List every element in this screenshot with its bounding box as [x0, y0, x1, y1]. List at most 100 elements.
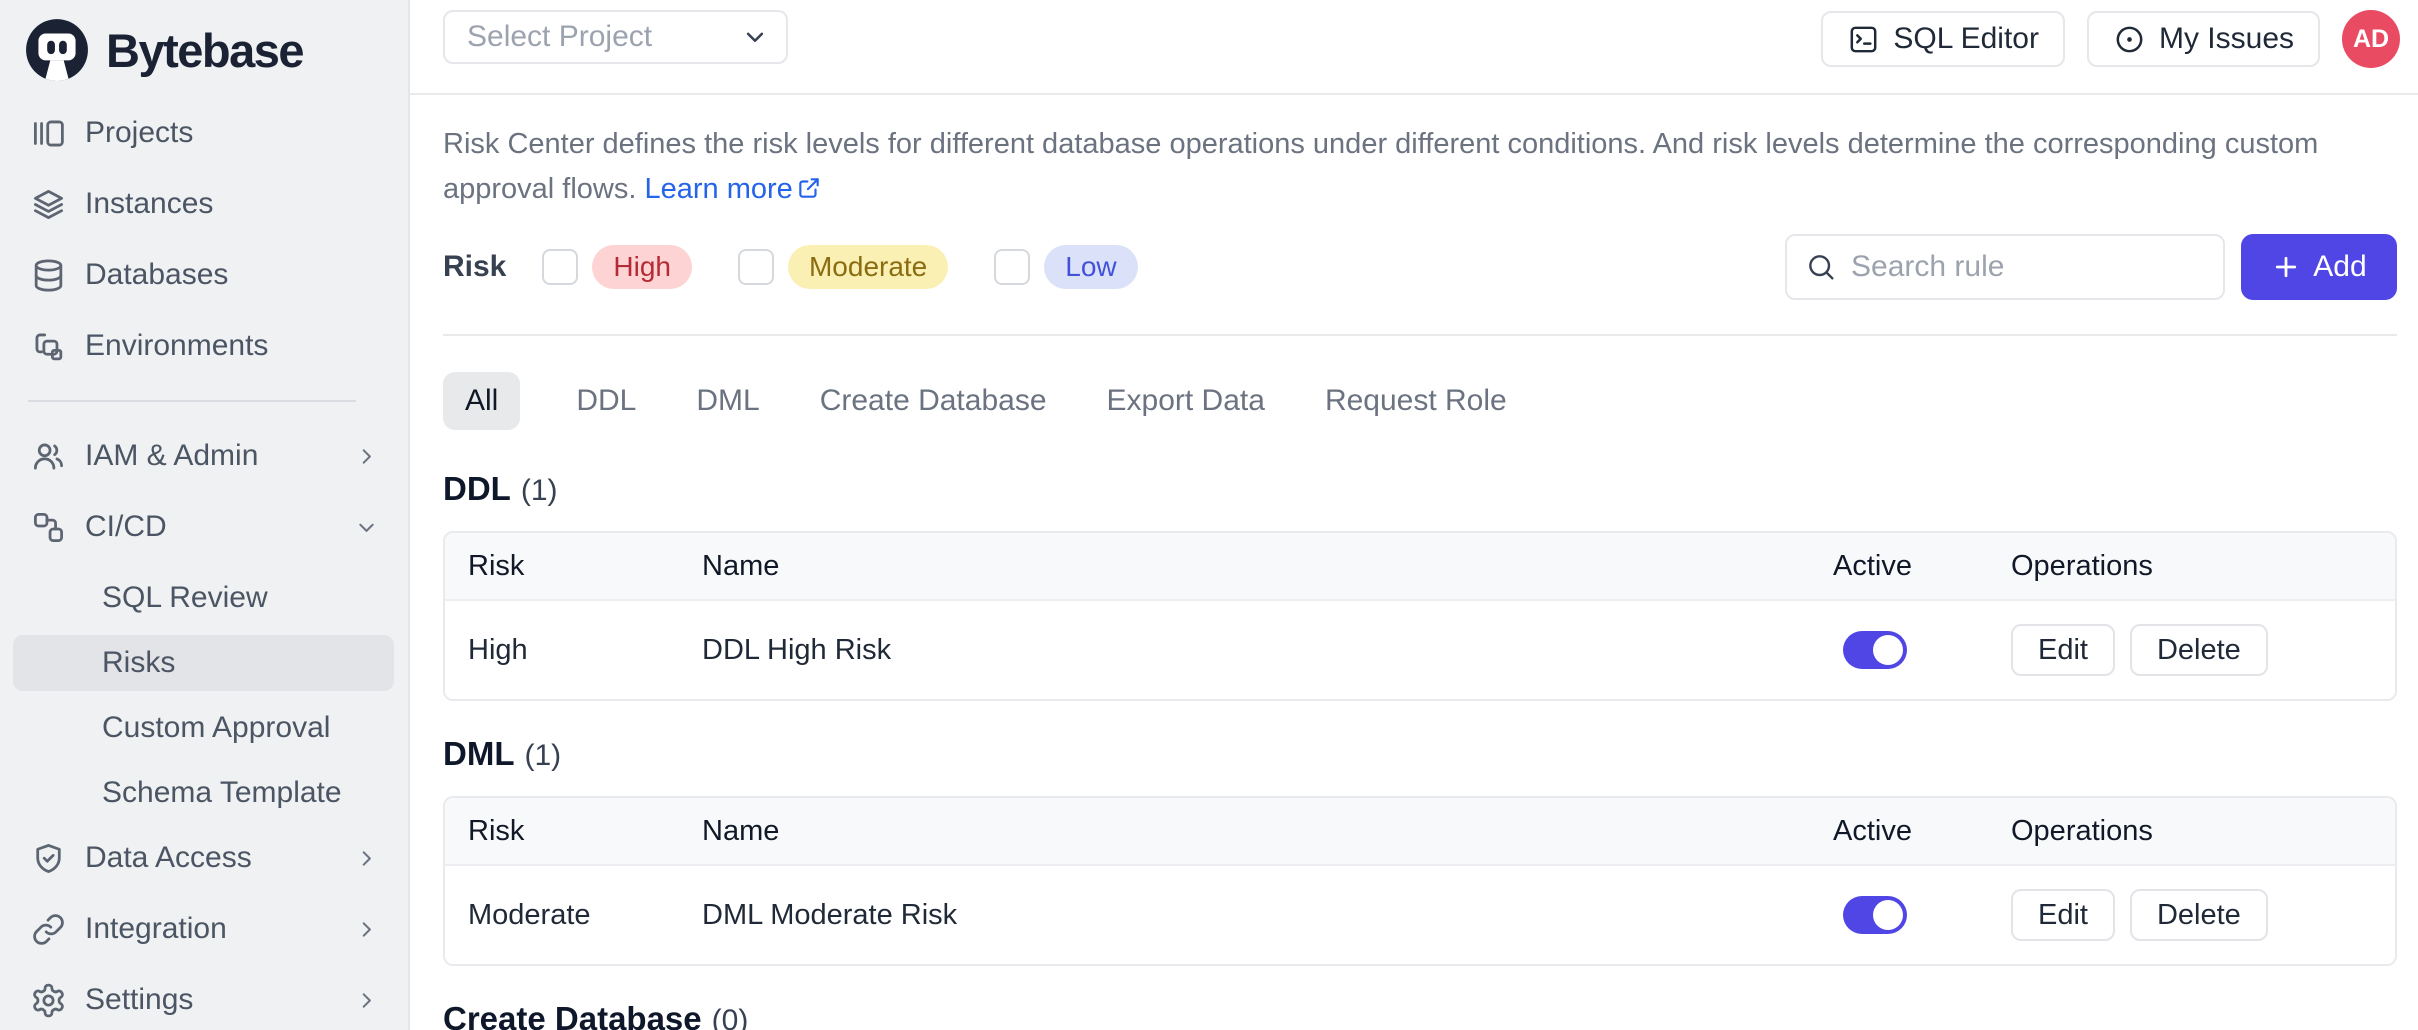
column-header-operations: Operations [2011, 815, 2395, 848]
table-row: HighDDL High RiskEditDelete [445, 599, 2395, 699]
sidebar-item-custom-approval[interactable]: Custom Approval [13, 700, 394, 756]
my-issues-label: My Issues [2159, 22, 2294, 56]
column-header-risk: Risk [445, 815, 702, 848]
cicd-icon [28, 507, 68, 547]
tab-ddl[interactable]: DDL [572, 372, 640, 430]
sidebar-item-label: Custom Approval [102, 711, 380, 745]
tab-all[interactable]: All [443, 372, 520, 430]
search-rule-input[interactable] [1851, 250, 2205, 284]
risk-badge-high: High [592, 245, 692, 289]
sidebar-item-iam-admin[interactable]: IAM & Admin [13, 428, 394, 484]
risk-checkbox-high[interactable] [542, 249, 578, 285]
active-toggle[interactable] [1843, 631, 1907, 669]
delete-button[interactable]: Delete [2130, 624, 2268, 676]
sql-editor-button[interactable]: SQL Editor [1821, 11, 2065, 67]
section-count: (1) [521, 474, 558, 508]
operations-cell: Edit Delete [2011, 624, 2395, 676]
chevron-down-icon [353, 514, 380, 541]
section-create-database: Create Database (0) [443, 1000, 2397, 1030]
risk-level-filter-low: Low [994, 245, 1137, 289]
add-rule-button[interactable]: Add [2241, 234, 2397, 300]
learn-more-link[interactable]: Learn more [645, 173, 822, 205]
filter-actions: Add [1785, 234, 2397, 300]
brand-name: Bytebase [106, 23, 303, 78]
rules-table: RiskNameActiveOperationsModerateDML Mode… [443, 796, 2397, 966]
chevron-right-icon [353, 987, 380, 1014]
sidebar-item-label: SQL Review [102, 581, 380, 615]
chevron-down-icon [740, 22, 770, 52]
brand-logo[interactable]: Bytebase [0, 0, 408, 82]
column-header-active: Active [1833, 815, 2011, 848]
toggle-knob [1873, 900, 1903, 930]
data-access-icon [28, 838, 68, 878]
risk-badge-moderate: Moderate [788, 245, 948, 289]
column-header-risk: Risk [445, 550, 702, 583]
active-toggle[interactable] [1843, 896, 1907, 934]
sidebar-item-projects[interactable]: Projects [13, 105, 394, 161]
databases-icon [28, 255, 68, 295]
circle-dot-icon [2113, 23, 2146, 56]
iam-admin-icon [28, 436, 68, 476]
risk-center-content: Risk Center defines the risk levels for … [410, 95, 2418, 1030]
tab-create-database[interactable]: Create Database [816, 372, 1051, 430]
sidebar-item-ci-cd[interactable]: CI/CD [13, 499, 394, 555]
edit-button[interactable]: Edit [2011, 889, 2115, 941]
add-rule-label: Add [2313, 250, 2366, 284]
sidebar-item-instances[interactable]: Instances [13, 176, 394, 232]
sidebar-divider [28, 400, 356, 402]
column-header-operations: Operations [2011, 550, 2395, 583]
risk-badge-low: Low [1044, 245, 1137, 289]
my-issues-button[interactable]: My Issues [2087, 11, 2320, 67]
table-header-row: RiskNameActiveOperations [445, 798, 2395, 864]
section-count: (0) [712, 1004, 749, 1030]
description-line-1: Risk Center defines the risk levels for … [443, 122, 2397, 167]
sidebar-item-data-access[interactable]: Data Access [13, 830, 394, 886]
risk-level-filter-moderate: Moderate [738, 245, 948, 289]
sidebar-item-label: Data Access [85, 841, 353, 875]
terminal-icon [1847, 23, 1880, 56]
sidebar-item-integration[interactable]: Integration [13, 901, 394, 957]
chevron-right-icon [353, 916, 380, 943]
section-count: (1) [524, 739, 561, 773]
sql-editor-label: SQL Editor [1893, 22, 2039, 56]
sidebar-item-label: Databases [85, 258, 380, 292]
section-ddl: DDL(1) RiskNameActiveOperationsHighDDL Hi… [443, 470, 2397, 701]
risk-level-filters: High Moderate Low [542, 245, 1137, 289]
risk-level-cell: Moderate [445, 899, 702, 932]
sidebar-item-settings[interactable]: Settings [13, 972, 394, 1028]
chevron-right-icon [353, 443, 380, 470]
operations-cell: Edit Delete [2011, 889, 2395, 941]
section-title: Create Database [443, 1000, 702, 1030]
risk-center-description: Risk Center defines the risk levels for … [443, 122, 2397, 212]
tab-dml[interactable]: DML [692, 372, 763, 430]
edit-button[interactable]: Edit [2011, 624, 2115, 676]
risk-level-filter-high: High [542, 245, 692, 289]
risk-checkbox-moderate[interactable] [738, 249, 774, 285]
sidebar-item-databases[interactable]: Databases [13, 247, 394, 303]
sidebar-item-schema-template[interactable]: Schema Template [13, 765, 394, 821]
sidebar-item-label: Schema Template [102, 776, 380, 810]
sidebar-item-sql-review[interactable]: SQL Review [13, 570, 394, 626]
user-avatar[interactable]: AD [2342, 10, 2400, 68]
sidebar: Bytebase Projects Instances Databases Envir… [0, 0, 410, 1030]
column-header-name: Name [702, 815, 1833, 848]
delete-button[interactable]: Delete [2130, 889, 2268, 941]
risk-checkbox-low[interactable] [994, 249, 1030, 285]
sidebar-item-label: Instances [85, 187, 380, 221]
sidebar-item-label: Projects [85, 116, 380, 150]
sidebar-item-label: Risks [102, 646, 380, 680]
tab-request-role[interactable]: Request Role [1321, 372, 1511, 430]
instances-icon [28, 184, 68, 224]
project-selector[interactable]: Select Project [443, 10, 788, 64]
tab-export-data[interactable]: Export Data [1103, 372, 1269, 430]
sidebar-item-environments[interactable]: Environments [13, 318, 394, 374]
settings-icon [28, 980, 68, 1020]
sidebar-item-risks[interactable]: Risks [13, 635, 394, 691]
topbar: Select Project SQL Editor My Issues AD [410, 0, 2418, 95]
rules-table: RiskNameActiveOperationsHighDDL High Ris… [443, 531, 2397, 701]
integration-icon [28, 909, 68, 949]
section-heading: DDL(1) [443, 470, 2397, 508]
external-link-icon [796, 175, 822, 201]
source-tabs: All DDL DML Create Database Export Data Reque… [443, 372, 2397, 430]
section-title: DML [443, 735, 514, 773]
